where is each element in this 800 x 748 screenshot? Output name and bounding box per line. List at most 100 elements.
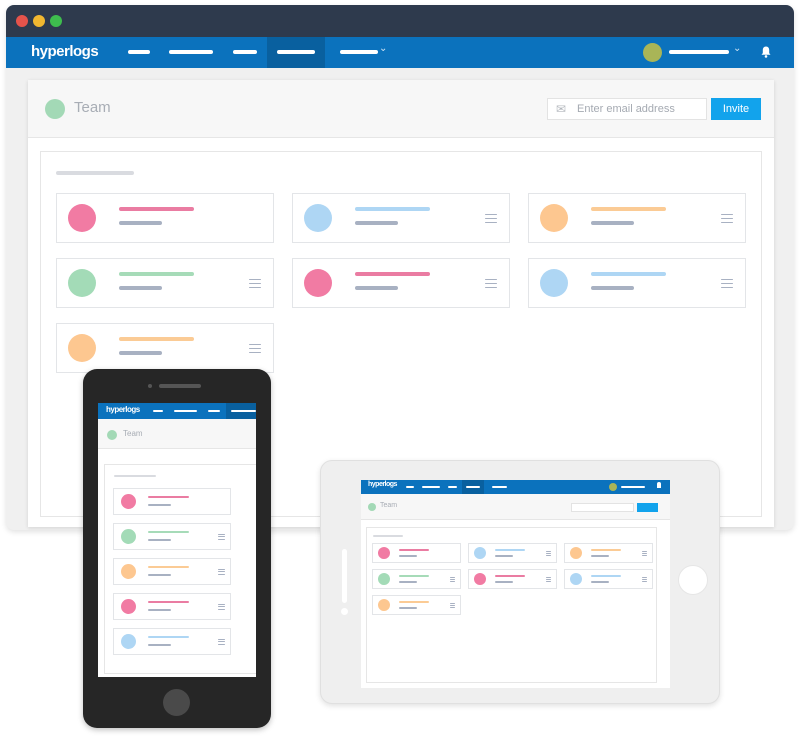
- phone-logo[interactable]: hyperlogs: [106, 405, 140, 414]
- tablet-bell-icon[interactable]: [657, 482, 661, 488]
- close-window-button[interactable]: [16, 15, 28, 27]
- member-card[interactable]: [528, 193, 746, 243]
- tablet-nav-item[interactable]: [422, 486, 440, 488]
- tablet-member-card[interactable]: [468, 543, 557, 563]
- member-name: [495, 575, 525, 577]
- tablet-member-card[interactable]: [372, 595, 461, 615]
- member-name: [148, 496, 189, 498]
- member-card[interactable]: [56, 323, 274, 373]
- tablet-page: Team: [361, 494, 670, 688]
- team-icon: [45, 99, 65, 119]
- tablet-nav-item[interactable]: [492, 486, 507, 488]
- nav-item-5-dropdown[interactable]: [340, 50, 378, 54]
- tablet-nav-item-label: [466, 486, 480, 488]
- phone-nav-item[interactable]: [208, 410, 220, 412]
- phone-member-card[interactable]: [113, 558, 231, 585]
- bell-icon[interactable]: [761, 46, 771, 58]
- tablet-member-card[interactable]: [564, 543, 653, 563]
- member-card[interactable]: [56, 193, 274, 243]
- hamburger-menu-icon[interactable]: [450, 602, 455, 608]
- member-role: [399, 581, 417, 583]
- logo[interactable]: hyperlogs: [31, 43, 99, 60]
- tablet-invite-button[interactable]: [637, 503, 658, 512]
- nav-item-4-active[interactable]: [267, 37, 325, 68]
- phone-member-card[interactable]: [113, 488, 231, 515]
- member-card[interactable]: [292, 258, 510, 308]
- member-role: [148, 539, 171, 541]
- phone-home-button[interactable]: [163, 689, 190, 716]
- tablet-user-avatar[interactable]: [609, 483, 617, 491]
- member-name: [119, 207, 194, 211]
- member-name: [355, 272, 430, 276]
- member-avatar: [540, 269, 568, 297]
- nav-item-1[interactable]: [128, 50, 150, 54]
- tablet-user-name[interactable]: [621, 486, 645, 488]
- user-name[interactable]: [669, 50, 729, 54]
- hamburger-menu-icon[interactable]: [218, 638, 225, 645]
- hamburger-menu-icon[interactable]: [642, 576, 647, 582]
- invite-button[interactable]: Invite: [711, 98, 761, 120]
- member-card[interactable]: [56, 258, 274, 308]
- member-avatar: [304, 269, 332, 297]
- phone-page-header: Team: [98, 419, 256, 449]
- tablet-member-card[interactable]: [468, 569, 557, 589]
- member-name: [119, 337, 194, 341]
- member-avatar: [68, 334, 96, 362]
- hamburger-menu-icon[interactable]: [249, 343, 261, 353]
- minimize-window-button[interactable]: [33, 15, 45, 27]
- hamburger-menu-icon[interactable]: [546, 576, 551, 582]
- member-role: [119, 351, 162, 355]
- tablet-member-card[interactable]: [564, 569, 653, 589]
- member-role: [399, 555, 417, 557]
- member-role: [591, 581, 609, 583]
- member-role: [148, 644, 171, 646]
- phone-member-card[interactable]: [113, 628, 231, 655]
- member-role: [399, 607, 417, 609]
- hamburger-menu-icon[interactable]: [642, 550, 647, 556]
- phone-member-card[interactable]: [113, 523, 231, 550]
- member-avatar: [378, 599, 390, 611]
- user-avatar[interactable]: [643, 43, 662, 62]
- member-name: [355, 207, 430, 211]
- hamburger-menu-icon[interactable]: [249, 278, 261, 288]
- tablet-email-input[interactable]: [571, 503, 634, 512]
- member-avatar: [121, 529, 136, 544]
- hamburger-menu-icon[interactable]: [721, 278, 733, 288]
- hamburger-menu-icon[interactable]: [721, 213, 733, 223]
- member-avatar: [570, 573, 582, 585]
- hamburger-menu-icon[interactable]: [218, 533, 225, 540]
- member-role: [495, 581, 513, 583]
- tablet-member-card[interactable]: [372, 569, 461, 589]
- member-card[interactable]: [292, 193, 510, 243]
- member-avatar: [378, 573, 390, 585]
- tablet-home-button[interactable]: [678, 565, 708, 595]
- mail-icon: ✉: [556, 102, 567, 116]
- tablet-nav-item[interactable]: [406, 486, 414, 488]
- phone-nav-item-active[interactable]: [226, 403, 256, 419]
- tablet-nav-item-active[interactable]: [462, 480, 484, 494]
- tablet-nav-item[interactable]: [448, 486, 457, 488]
- phone-nav-item[interactable]: [153, 410, 163, 412]
- nav-item-2[interactable]: [169, 50, 213, 54]
- top-navbar: hyperlogs ⌄ ⌄: [6, 37, 794, 68]
- nav-item-3[interactable]: [233, 50, 257, 54]
- member-avatar: [121, 494, 136, 509]
- email-input[interactable]: ✉ Enter email address: [547, 98, 707, 120]
- member-card[interactable]: [528, 258, 746, 308]
- member-avatar: [121, 599, 136, 614]
- phone-nav-item[interactable]: [174, 410, 197, 412]
- hamburger-menu-icon[interactable]: [218, 568, 225, 575]
- hamburger-menu-icon[interactable]: [485, 278, 497, 288]
- tablet-panel-heading: [373, 535, 403, 537]
- hamburger-menu-icon[interactable]: [485, 213, 497, 223]
- tablet-screen: hyperlogs Team: [361, 480, 670, 688]
- phone-page-title: Team: [123, 429, 143, 438]
- member-name: [399, 549, 429, 551]
- maximize-window-button[interactable]: [50, 15, 62, 27]
- hamburger-menu-icon[interactable]: [546, 550, 551, 556]
- phone-member-card[interactable]: [113, 593, 231, 620]
- hamburger-menu-icon[interactable]: [218, 603, 225, 610]
- tablet-logo[interactable]: hyperlogs: [368, 481, 397, 488]
- tablet-member-card[interactable]: [372, 543, 461, 563]
- hamburger-menu-icon[interactable]: [450, 576, 455, 582]
